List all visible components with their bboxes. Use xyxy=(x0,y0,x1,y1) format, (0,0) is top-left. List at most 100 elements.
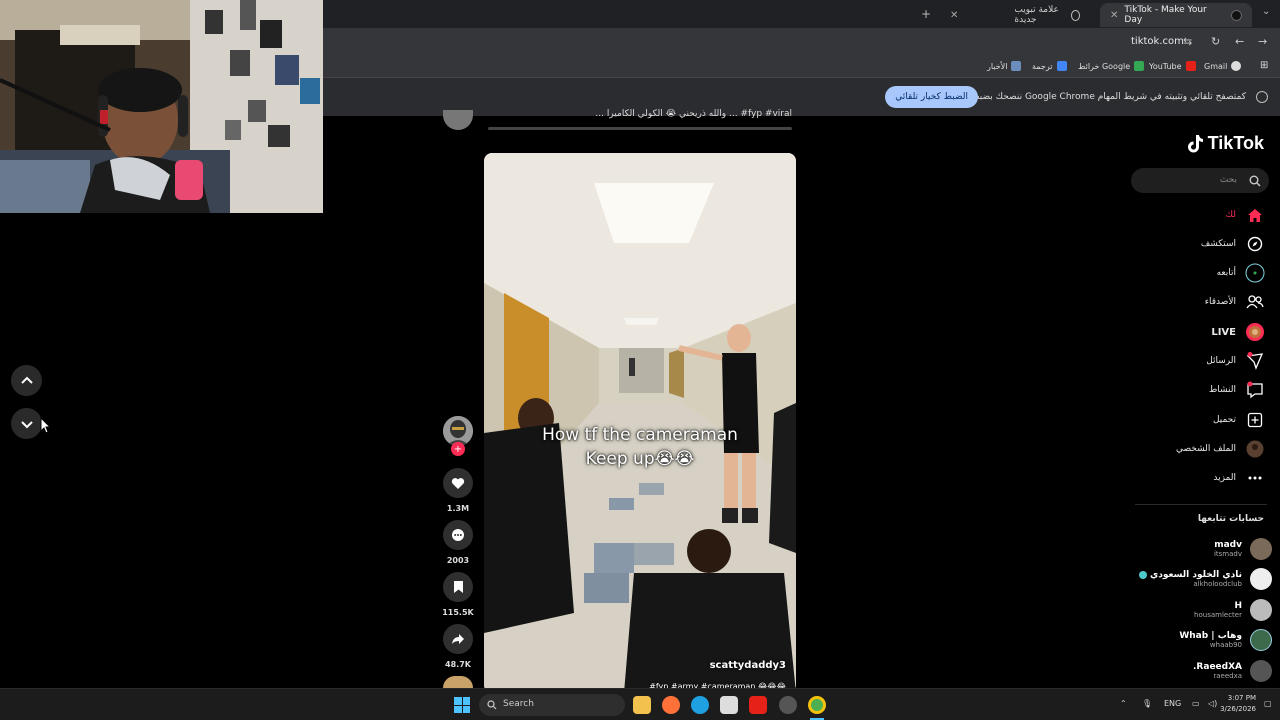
notifications-icon[interactable]: ▢ xyxy=(1264,699,1272,708)
followed-account[interactable]: .RaeedXA raeedxa xyxy=(1193,657,1272,685)
music-disc-icon[interactable] xyxy=(443,676,473,688)
forward-arrow-icon[interactable]: ← xyxy=(1235,35,1244,48)
youtube-icon xyxy=(1185,61,1196,71)
tray-overflow-icon[interactable]: ⌃ xyxy=(1120,699,1127,708)
bookmark-translate[interactable]: ترجمة xyxy=(1032,61,1067,71)
edge-icon[interactable] xyxy=(691,696,709,714)
google-icon xyxy=(1231,61,1242,71)
translate-icon xyxy=(1056,61,1067,71)
microphone-icon[interactable]: 🎙 xyxy=(1142,699,1152,708)
set-default-button[interactable]: الضبط كخيار تلقائي xyxy=(885,86,978,108)
nav-more[interactable]: المزيد xyxy=(1213,466,1265,490)
tab-title: علامة تبويب جديدة xyxy=(1014,5,1059,25)
search-box[interactable]: بحث xyxy=(1131,168,1269,193)
apps-grid-icon[interactable]: ⊞ xyxy=(1260,60,1268,71)
language-indicator[interactable]: ENG xyxy=(1164,699,1181,708)
firefox-icon[interactable] xyxy=(662,696,680,714)
video-caption-line2: Keep up😭😭 xyxy=(585,449,695,469)
nav-explore[interactable]: استكشف xyxy=(1201,232,1265,256)
webcam-feed-image xyxy=(0,0,323,213)
bookmark-icon xyxy=(453,581,463,593)
comment-bubble-icon xyxy=(452,529,464,541)
previous-author-avatar[interactable] xyxy=(443,110,473,130)
back-arrow-icon[interactable]: → xyxy=(1258,35,1267,48)
following-accounts-title: حسابات تتابعها xyxy=(1197,514,1264,524)
nav-friends[interactable]: الأصدقاء xyxy=(1205,290,1265,314)
url-field[interactable]: tiktok.com xyxy=(1131,36,1184,47)
nav-messages[interactable]: الرسائل xyxy=(1206,349,1265,373)
previous-video-button[interactable] xyxy=(11,365,42,396)
video-player[interactable]: How tf the cameraman Keep up😭😭 scattydad… xyxy=(484,153,796,693)
live-icon xyxy=(1245,322,1265,342)
file-explorer-icon[interactable] xyxy=(633,696,651,714)
site-info-icon[interactable]: ⇆ xyxy=(1183,35,1192,48)
avatar xyxy=(1250,538,1272,560)
share-count: 48.7K xyxy=(445,660,471,669)
comment-button[interactable] xyxy=(443,520,473,550)
activity-icon xyxy=(1245,380,1265,400)
followed-account[interactable]: Hhousamlecter xyxy=(1194,596,1272,624)
bookmark-gmail[interactable]: Gmail xyxy=(1204,61,1242,71)
tab-tiktok[interactable]: ✕ TikTok - Make Your Day xyxy=(1100,3,1252,27)
upload-icon xyxy=(1245,410,1265,430)
share-button[interactable] xyxy=(443,624,473,654)
avatar xyxy=(1250,599,1272,621)
screen: { "browser": { "tabs": [ {"label": "TikT… xyxy=(0,0,1280,720)
followed-account[interactable]: madv itsmadv xyxy=(1214,535,1272,563)
windows-start-icon[interactable] xyxy=(454,697,470,713)
system-clock[interactable]: 3:07 PM 3/26/2026 xyxy=(1220,693,1256,715)
following-icon xyxy=(1245,263,1265,283)
taskbar-search[interactable]: Search xyxy=(479,694,625,716)
store-icon[interactable] xyxy=(720,696,738,714)
infobar-message: ننصحك بضبط Google Chrome كمتصفح تلقائي و… xyxy=(971,92,1246,102)
save-button[interactable] xyxy=(443,572,473,602)
network-icon[interactable]: ▭ xyxy=(1192,699,1200,708)
nav-upload[interactable]: تحميل xyxy=(1213,408,1265,432)
nav-profile[interactable]: الملف الشخصي xyxy=(1176,437,1265,461)
messages-icon xyxy=(1245,351,1265,371)
search-placeholder: بحث xyxy=(1219,175,1237,185)
tiktok-favicon-icon xyxy=(1231,9,1242,21)
more-icon xyxy=(1245,468,1265,488)
tiktok-note-icon xyxy=(1187,134,1203,152)
next-video-button[interactable] xyxy=(11,408,42,439)
share-arrow-icon xyxy=(452,634,464,644)
close-tab-icon[interactable]: ✕ xyxy=(950,10,958,21)
chevron-down-icon xyxy=(20,420,33,428)
tab-title: TikTok - Make Your Day xyxy=(1124,5,1207,25)
followed-account[interactable]: Whab | وهاب whaab90 xyxy=(1179,626,1272,654)
news-icon xyxy=(1011,61,1022,71)
tab-search-icon[interactable]: ⌄ xyxy=(1262,6,1270,17)
nav-for-you[interactable]: لك xyxy=(1226,203,1265,227)
tab-new[interactable]: ✕ علامة تبويب جديدة xyxy=(940,3,1090,27)
bookmark-news[interactable]: الأخبار xyxy=(987,61,1022,71)
search-icon[interactable] xyxy=(1249,175,1261,187)
follow-plus-button[interactable]: + xyxy=(451,442,465,456)
nav-activity[interactable]: النشاط xyxy=(1209,378,1265,402)
followed-account[interactable]: نادي الخلود السعودي alkholoodclub xyxy=(1139,565,1272,593)
search-icon xyxy=(487,700,497,710)
chrome-app-icon[interactable] xyxy=(808,696,826,714)
settings-gear-icon[interactable] xyxy=(779,696,797,714)
webcam-overlay xyxy=(0,0,323,213)
heart-icon xyxy=(451,477,465,489)
video-frame-image xyxy=(484,153,796,693)
bookmark-maps[interactable]: خرائط Google xyxy=(1078,61,1145,71)
reload-icon[interactable]: ↻ xyxy=(1211,35,1220,48)
chrome-icon xyxy=(1256,91,1268,103)
like-button[interactable] xyxy=(443,468,473,498)
video-author-watermark[interactable]: scattydaddy3 xyxy=(710,660,786,671)
new-tab-plus-icon[interactable]: + xyxy=(921,7,931,21)
nav-following[interactable]: أتابعه xyxy=(1217,261,1265,285)
youtube-app-icon[interactable] xyxy=(749,696,767,714)
comment-count: 2003 xyxy=(446,556,470,565)
previous-video-progress xyxy=(488,127,792,130)
nav-live[interactable]: LIVE xyxy=(1211,320,1265,344)
bookmark-youtube[interactable]: YouTube xyxy=(1149,61,1196,71)
volume-icon[interactable]: ◁) xyxy=(1208,699,1217,708)
avatar xyxy=(1250,568,1272,590)
previous-video-caption: ... والله ذريحني 😭 الكولي الكاميرا ... #… xyxy=(595,109,792,119)
tiktok-logo[interactable]: TikTok xyxy=(1187,133,1264,154)
close-tab-icon[interactable]: ✕ xyxy=(1110,10,1118,21)
verified-badge-icon xyxy=(1139,570,1147,579)
